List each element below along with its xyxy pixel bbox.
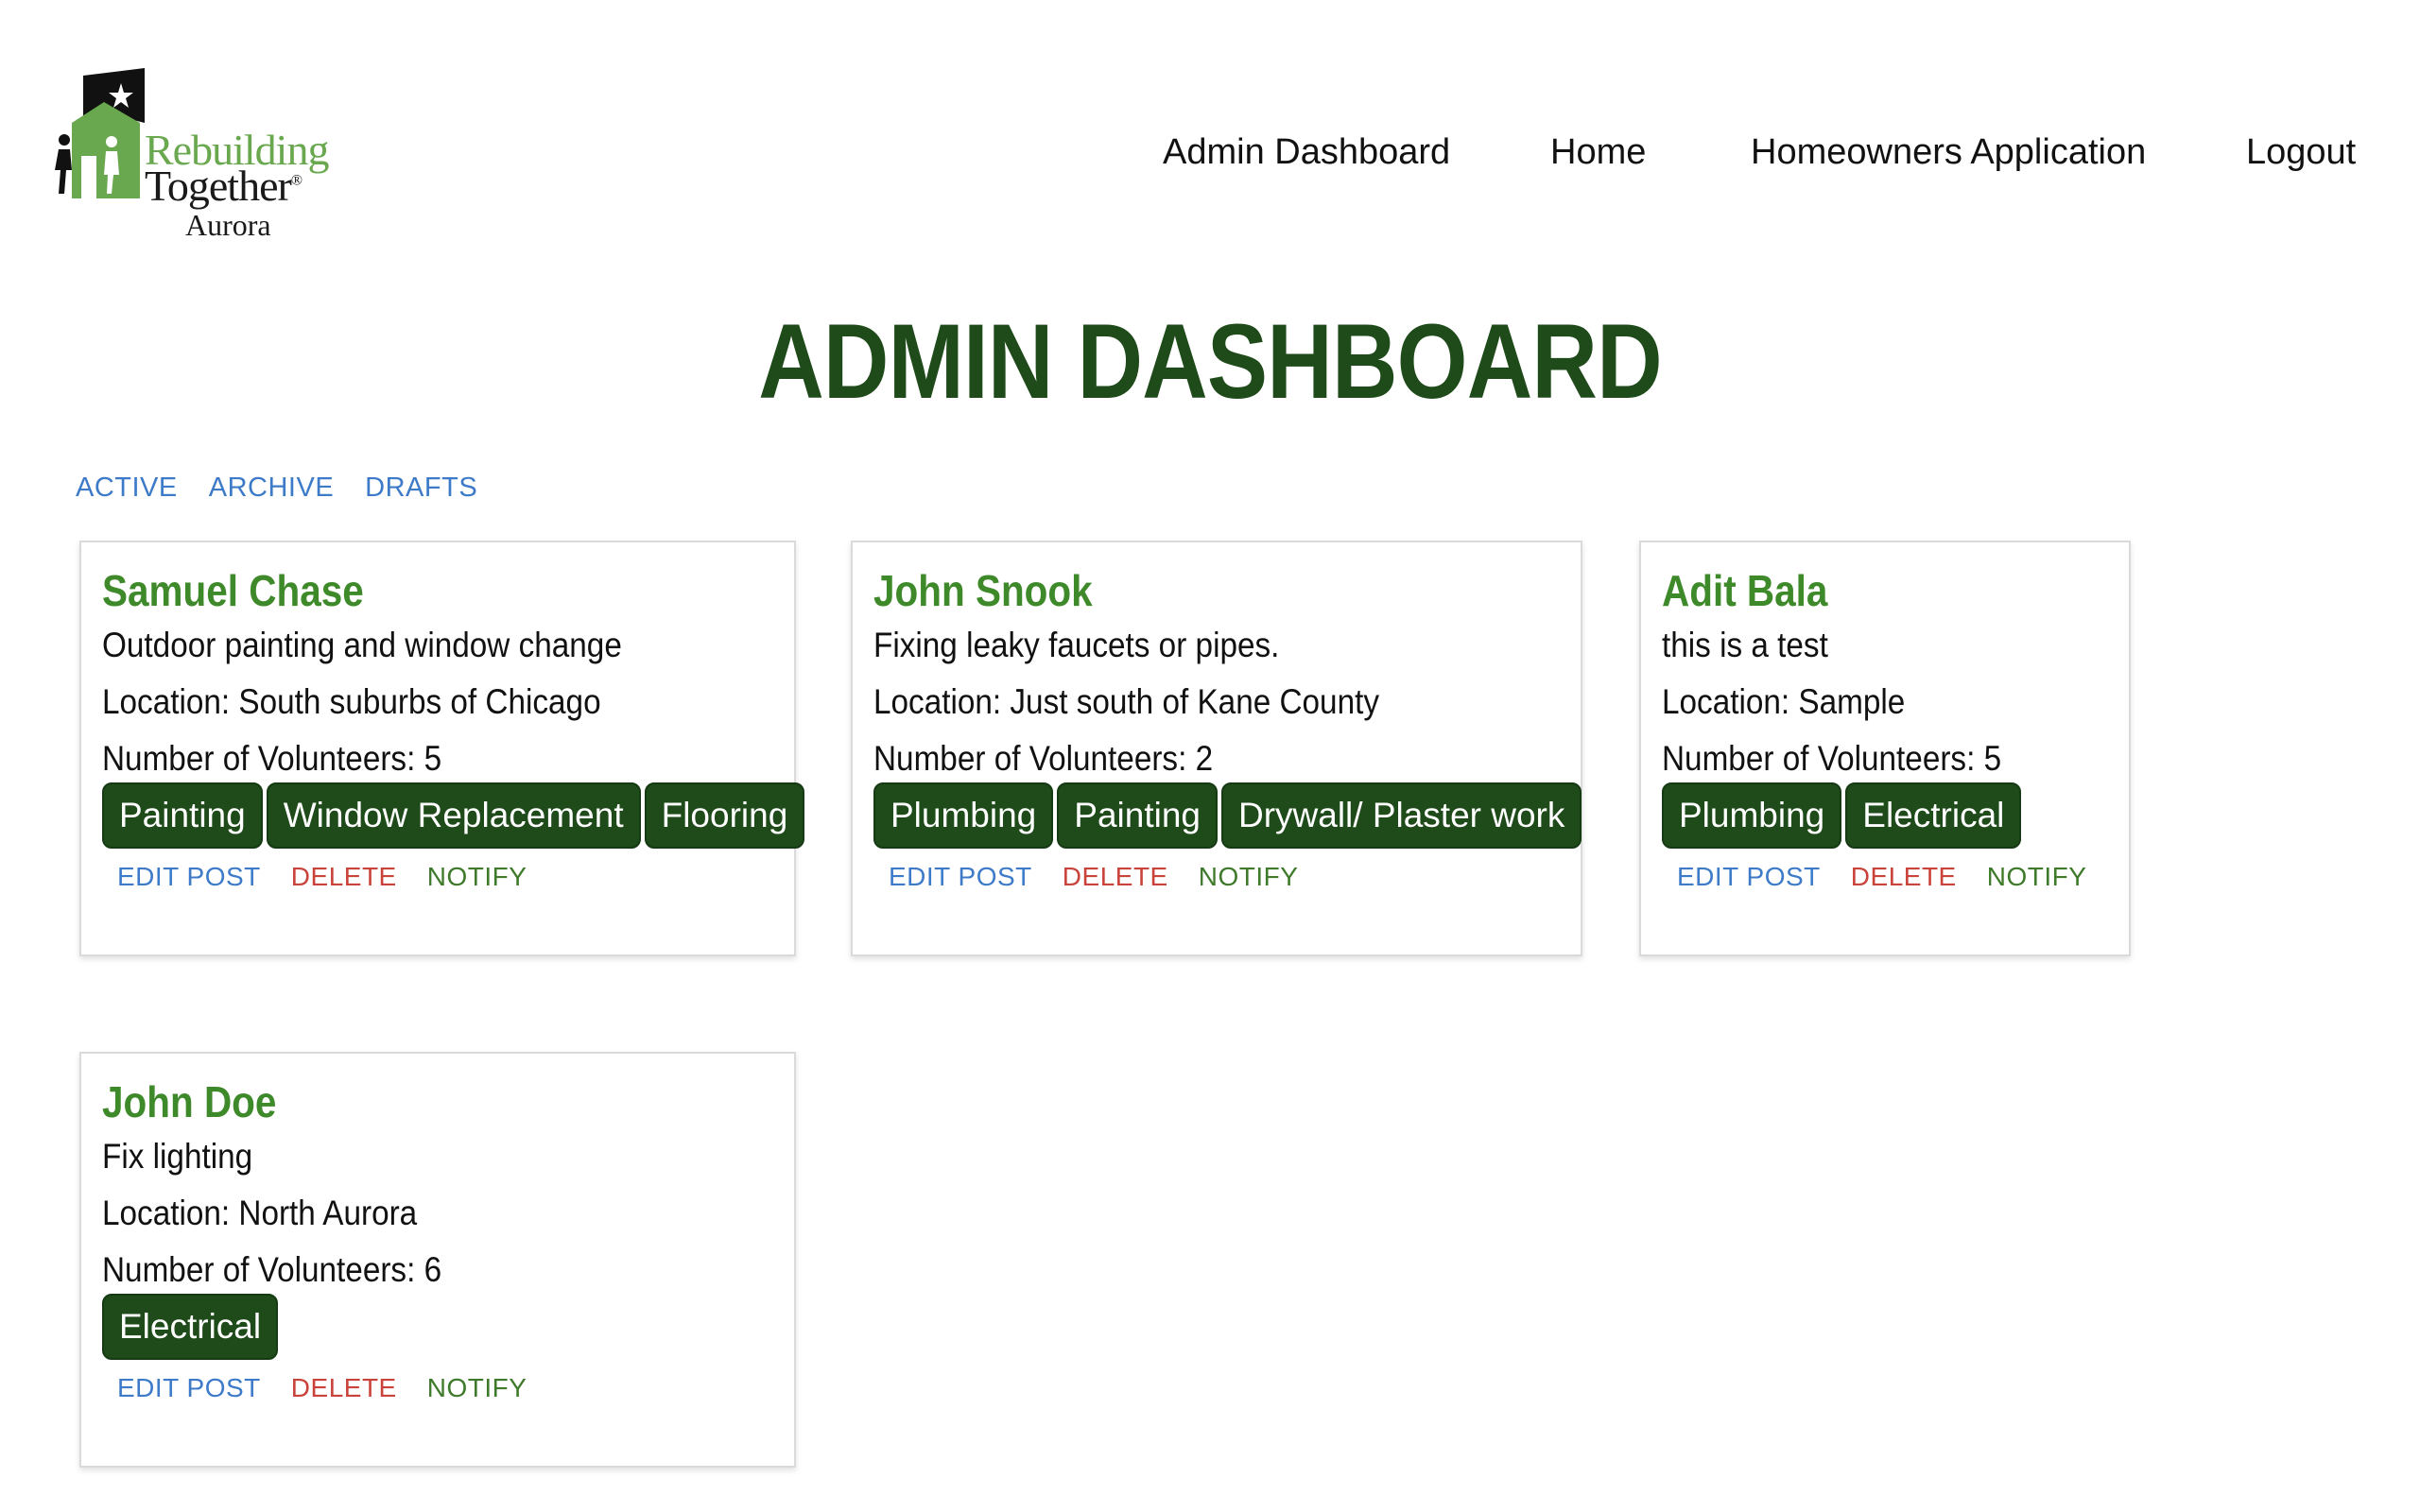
nav-homeowners-application[interactable]: Homeowners Application [1751, 132, 2146, 173]
logo-text-together: Together® [145, 162, 302, 210]
edit-post-button[interactable]: EDIT POST [117, 1373, 261, 1403]
logo-text-aurora: Aurora [185, 208, 271, 242]
homeowner-name: Adit Bala [1662, 566, 1828, 615]
skill-tag: Plumbing [1662, 782, 1842, 849]
post-card: Samuel Chase Outdoor painting and window… [79, 541, 805, 956]
post-volunteers: Number of Volunteers: 5 [102, 739, 442, 778]
delete-button[interactable]: DELETE [291, 862, 397, 892]
tab-archive[interactable]: ARCHIVE [209, 472, 334, 504]
status-tabs: ACTIVE ARCHIVE DRAFTS [76, 472, 477, 504]
notify-button[interactable]: NOTIFY [1199, 862, 1299, 892]
post-actions: EDIT POST DELETE NOTIFY [1662, 862, 2108, 892]
skill-tag: Electrical [1845, 782, 2022, 849]
skill-tags: Electrical [102, 1294, 773, 1360]
nav-admin-dashboard[interactable]: Admin Dashboard [1163, 132, 1450, 173]
homeowner-name: Samuel Chase [102, 566, 364, 615]
skill-tag: Window Replacement [266, 782, 641, 849]
post-actions: EDIT POST DELETE NOTIFY [102, 862, 773, 892]
tab-active[interactable]: ACTIVE [76, 472, 178, 504]
post-volunteers: Number of Volunteers: 2 [873, 739, 1214, 778]
skill-tag: Electrical [102, 1294, 279, 1360]
header: Rebuilding Together® Aurora Admin Dashbo… [0, 0, 2420, 284]
skill-tags: Plumbing Painting Drywall/ Plaster work [873, 782, 1582, 849]
post-location: Location: North Aurora [102, 1194, 418, 1232]
post-volunteers: Number of Volunteers: 6 [102, 1250, 442, 1289]
edit-post-button[interactable]: EDIT POST [1677, 862, 1821, 892]
skill-tag: Painting [1057, 782, 1218, 849]
house-logo-icon [55, 68, 145, 198]
delete-button[interactable]: DELETE [1063, 862, 1168, 892]
skill-tag: Flooring [644, 782, 805, 849]
post-description: Fixing leaky faucets or pipes. [873, 626, 1280, 664]
post-description: Outdoor painting and window change [102, 626, 622, 664]
post-location: Location: South suburbs of Chicago [102, 682, 601, 721]
skill-tags: Painting Window Replacement Flooring [102, 782, 805, 849]
post-card: John Snook Fixing leaky faucets or pipes… [851, 541, 1582, 956]
nav-logout[interactable]: Logout [2246, 132, 2356, 173]
notify-button[interactable]: NOTIFY [427, 862, 527, 892]
skill-tag: Drywall/ Plaster work [1220, 782, 1582, 849]
skill-tags: Plumbing Electrical [1662, 782, 2108, 849]
skill-tag: Painting [102, 782, 263, 849]
page-title: ADMIN DASHBOARD [758, 302, 1662, 421]
notify-button[interactable]: NOTIFY [1987, 862, 2087, 892]
tab-drafts[interactable]: DRAFTS [365, 472, 477, 504]
post-description: Fix lighting [102, 1137, 253, 1176]
post-location: Location: Just south of Kane County [873, 682, 1380, 721]
post-card: Adit Bala this is a test Location: Sampl… [1639, 541, 2131, 956]
post-actions: EDIT POST DELETE NOTIFY [873, 862, 1560, 892]
nav-home[interactable]: Home [1550, 132, 1646, 173]
post-volunteers: Number of Volunteers: 5 [1662, 739, 2002, 778]
homeowner-name: John Snook [873, 566, 1093, 615]
skill-tag: Plumbing [873, 782, 1054, 849]
notify-button[interactable]: NOTIFY [427, 1373, 527, 1403]
edit-post-button[interactable]: EDIT POST [117, 862, 261, 892]
delete-button[interactable]: DELETE [1851, 862, 1957, 892]
edit-post-button[interactable]: EDIT POST [889, 862, 1032, 892]
post-description: this is a test [1662, 626, 1828, 664]
post-card: John Doe Fix lighting Location: North Au… [79, 1052, 796, 1468]
delete-button[interactable]: DELETE [291, 1373, 397, 1403]
post-actions: EDIT POST DELETE NOTIFY [102, 1373, 773, 1403]
post-location: Location: Sample [1662, 682, 1906, 721]
rebuilding-together-logo[interactable]: Rebuilding Together® Aurora [55, 66, 367, 255]
homeowner-name: John Doe [102, 1077, 277, 1126]
